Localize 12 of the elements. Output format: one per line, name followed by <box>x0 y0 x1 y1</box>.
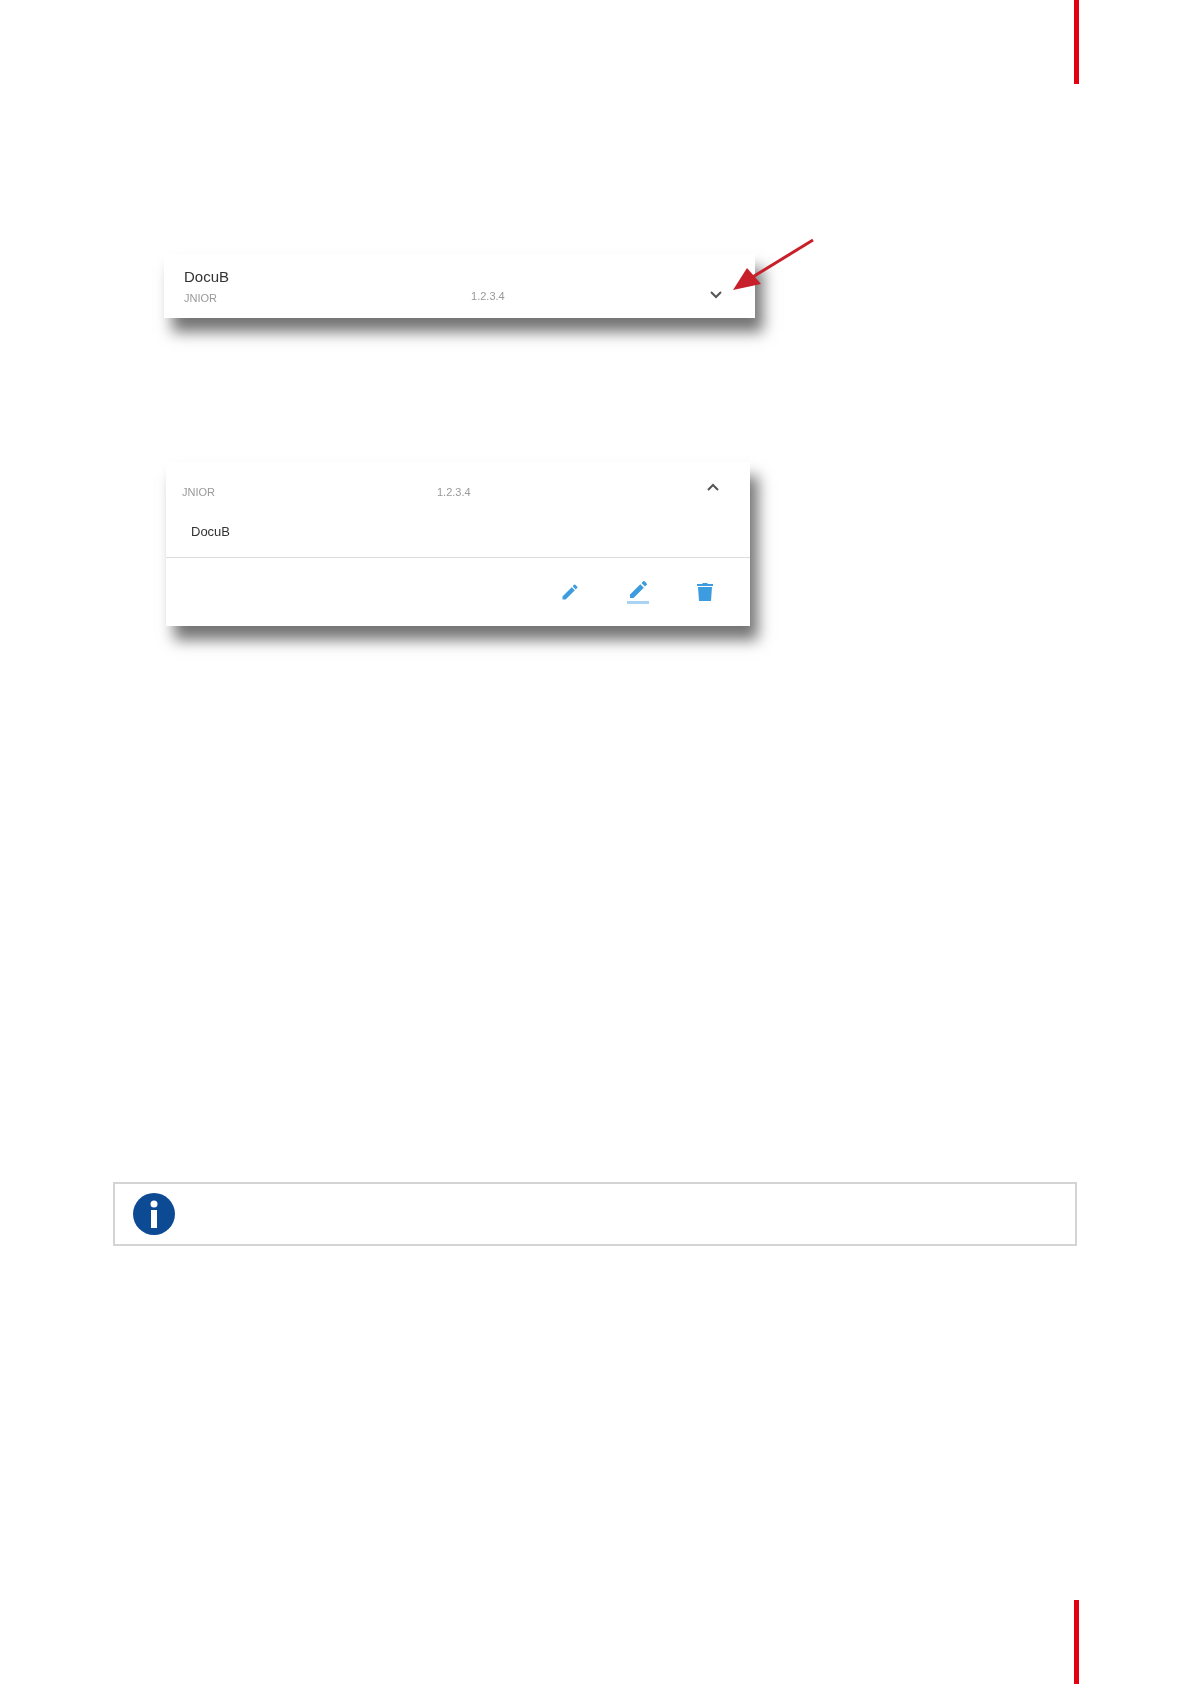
device-address: 1.2.3.4 <box>437 485 471 500</box>
device-name: DocuB <box>191 522 232 541</box>
device-address: 1.2.3.4 <box>471 289 505 304</box>
pencil-underline-icon[interactable] <box>626 579 650 605</box>
device-type: JNIOR <box>184 290 218 306</box>
info-icon <box>133 1193 175 1235</box>
chevron-up-icon[interactable] <box>706 482 720 492</box>
device-type: JNIOR <box>182 485 215 500</box>
device-name: DocuB <box>184 267 230 287</box>
pencil-icon[interactable] <box>560 582 580 602</box>
chevron-down-icon[interactable] <box>709 290 723 300</box>
trash-icon[interactable] <box>696 582 714 602</box>
